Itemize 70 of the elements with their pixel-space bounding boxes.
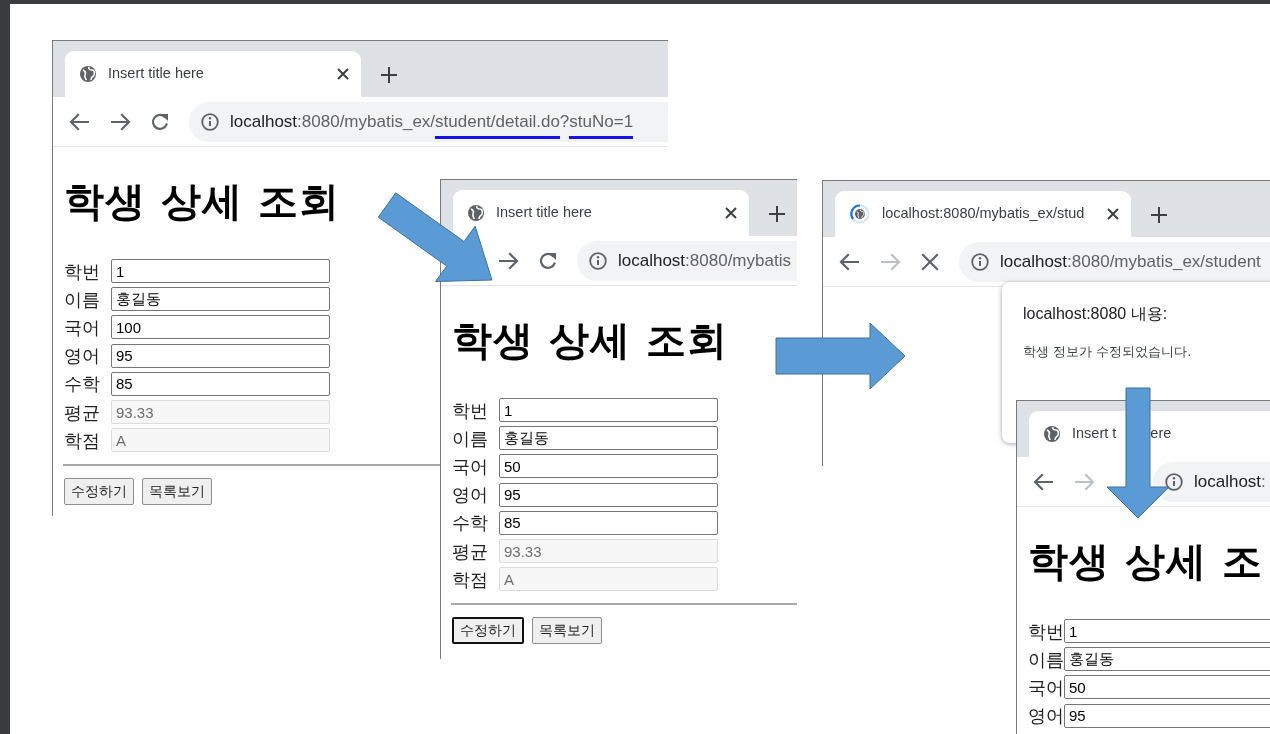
text-field[interactable]: 95 [111, 343, 330, 368]
field-label: 영어 [452, 483, 489, 508]
reload-icon[interactable] [150, 111, 170, 132]
close-icon[interactable] [337, 68, 349, 80]
text-field[interactable]: 95 [1064, 703, 1270, 728]
field-label: 영어 [64, 344, 101, 369]
field-label: 국어 [1028, 675, 1064, 700]
field-label: 평균 [64, 400, 101, 425]
new-tab-icon[interactable] [1151, 207, 1167, 223]
field-label: 국어 [64, 315, 101, 340]
dialog-title: localhost:8080 내용: [1023, 304, 1169, 324]
browser-tab[interactable]: localhost:8080/mybatis_ex/stud [835, 191, 1131, 237]
info-icon[interactable] [589, 251, 607, 270]
close-icon[interactable] [1107, 208, 1119, 220]
field-label: 이름 [1028, 647, 1064, 672]
field-label: 수학 [452, 511, 489, 536]
page-heading: 학생 상세 조회 [452, 316, 728, 364]
text-field[interactable]: A [111, 428, 330, 453]
address-bar[interactable]: localhost:8080/mybatis_ex/student [959, 241, 1270, 282]
text-field[interactable]: 50 [1064, 675, 1270, 700]
new-tab-icon[interactable] [769, 206, 785, 222]
browser-tab[interactable]: Insert title here [65, 51, 361, 97]
text-field[interactable]: 1 [499, 398, 718, 423]
back-arrow-icon[interactable] [69, 112, 89, 131]
reload-icon[interactable] [538, 250, 558, 271]
address-bar[interactable]: localhost: [1153, 461, 1270, 502]
stop-icon[interactable] [921, 252, 939, 271]
back-arrow-icon[interactable] [1033, 472, 1053, 491]
info-icon[interactable] [1165, 472, 1183, 491]
field-label: 수학 [64, 372, 101, 397]
text-field[interactable]: 1 [111, 259, 330, 284]
field-label: 평균 [452, 539, 489, 564]
form-button[interactable]: 목록보기 [142, 478, 212, 506]
page-heading: 학생 상세 조회 [64, 177, 340, 225]
field-label: 국어 [452, 454, 489, 479]
form-button[interactable]: 수정하기 [452, 617, 524, 645]
text-field[interactable]: 100 [111, 315, 330, 340]
forward-arrow-icon[interactable] [111, 112, 131, 131]
info-icon[interactable] [201, 112, 219, 131]
forward-arrow-icon[interactable] [499, 251, 519, 270]
text-field[interactable]: 93.33 [499, 539, 718, 564]
field-label: 학점 [64, 428, 101, 453]
text-field[interactable]: 홍길동 [111, 287, 330, 312]
address-bar[interactable]: localhost:8080/mybatis [577, 240, 797, 281]
text-field[interactable]: A [499, 567, 718, 592]
new-tab-icon[interactable] [381, 67, 397, 83]
text-field[interactable]: 95 [499, 482, 718, 507]
field-label: 영어 [1028, 704, 1064, 729]
field-label: 학점 [452, 567, 489, 592]
field-label: 학번 [452, 398, 489, 423]
browser-tab[interactable]: Insert title here [453, 190, 749, 236]
text-field[interactable]: 50 [499, 454, 718, 479]
close-icon[interactable] [725, 207, 737, 219]
form-button[interactable]: 목록보기 [532, 617, 602, 645]
back-arrow-icon[interactable] [839, 252, 859, 271]
page-heading: 학생 상세 조 [1028, 537, 1263, 585]
text-field[interactable]: 1 [1064, 619, 1270, 644]
field-label: 이름 [64, 287, 101, 312]
text-field[interactable]: 85 [499, 510, 718, 535]
dialog-message: 학생 정보가 수정되었습니다. [1023, 343, 1193, 361]
text-field[interactable]: 93.33 [111, 400, 330, 425]
text-field[interactable]: 85 [111, 371, 330, 396]
field-label: 학번 [64, 259, 101, 284]
text-field[interactable]: 홍길동 [1064, 647, 1270, 672]
field-label: 학번 [1028, 619, 1064, 644]
text-field[interactable]: 홍길동 [499, 426, 718, 451]
field-label: 이름 [452, 426, 489, 451]
form-button[interactable]: 수정하기 [64, 478, 134, 506]
address-bar[interactable]: localhost:8080/mybatis_ex/student/detail.do?stuNo=1 [189, 101, 668, 142]
info-icon[interactable] [971, 252, 989, 271]
